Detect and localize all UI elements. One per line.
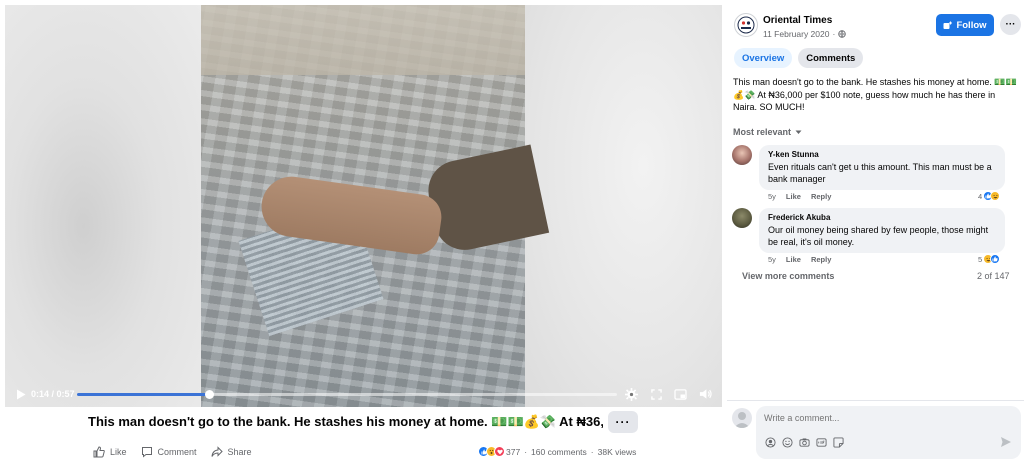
user-silhouette-icon: [734, 412, 750, 428]
comment-reply-button[interactable]: Reply: [811, 255, 831, 264]
comment-sort-label: Most relevant: [733, 127, 792, 137]
sticker-icon[interactable]: [832, 436, 844, 448]
comments-shown-count: 2 of 147: [977, 271, 1010, 281]
page-avatar[interactable]: [734, 13, 758, 37]
comment-like-button[interactable]: Like: [786, 192, 801, 201]
emoji-icon[interactable]: [781, 436, 793, 448]
video-actions: Like Comment Share: [93, 446, 266, 458]
comment-icon: [141, 447, 152, 458]
send-icon: [1001, 437, 1011, 447]
love-reaction-icon: [494, 446, 505, 457]
video-controls: 0:14 / 0:57: [5, 381, 722, 407]
comment-author[interactable]: Frederick Akuba: [768, 213, 996, 222]
haha-reaction-icon: [990, 191, 1001, 201]
comment-reaction-count: 4: [978, 191, 983, 201]
scrubber-handle[interactable]: [205, 390, 215, 399]
comment-count[interactable]: 160 comments: [531, 447, 587, 457]
comment-button[interactable]: Comment: [141, 446, 197, 458]
play-icon[interactable]: [13, 386, 29, 402]
comment-bubble: Frederick Akuba Our oil money being shar…: [759, 208, 1005, 253]
post-date-separator: ·: [832, 29, 836, 39]
view-count: 38K views: [597, 446, 637, 457]
follow-icon: [943, 21, 953, 29]
tab-overview[interactable]: Overview: [734, 48, 793, 68]
duration: 0:57: [56, 389, 75, 399]
comment-reaction-count: 5: [978, 254, 983, 264]
video-scrubber[interactable]: [77, 390, 617, 399]
video-time: 0:14 / 0:57: [31, 389, 75, 399]
current-time: 0:14: [31, 389, 50, 399]
post-sidebar: Oriental Times 11 February 2020 · Follow…: [727, 0, 1024, 467]
post-date-text[interactable]: 11 February 2020: [763, 29, 829, 39]
video-blur-left: [5, 5, 201, 407]
video-title: This man doesn't go to the bank. He stas…: [88, 414, 603, 429]
thumbs-up-icon: [93, 446, 105, 458]
camera-icon[interactable]: [798, 436, 810, 448]
avatar-sticker-icon[interactable]: [764, 436, 776, 448]
fullscreen-icon[interactable]: [648, 386, 664, 402]
video-wall: [201, 5, 525, 75]
comment-input[interactable]: [764, 413, 964, 423]
share-button[interactable]: Share: [211, 446, 252, 458]
comment-text: Our oil money being shared by few people…: [768, 225, 989, 247]
comment-reply-button[interactable]: Reply: [811, 192, 831, 201]
comment-sort-dropdown[interactable]: Most relevant: [733, 127, 802, 137]
stats-separator: ·: [590, 446, 594, 457]
gear-icon[interactable]: [623, 386, 639, 402]
follow-label: Follow: [956, 19, 987, 31]
post-more-button[interactable]: ···: [1000, 14, 1021, 35]
share-icon: [211, 446, 223, 457]
comment-reactions[interactable]: 4: [978, 191, 1001, 201]
video-blur-right: [525, 5, 722, 407]
like-reaction-icon: [990, 254, 1001, 264]
sidebar-tabs: Overview Comments: [734, 48, 869, 68]
reaction-icons[interactable]: [478, 446, 505, 457]
comment-reactions[interactable]: 5: [978, 254, 1001, 264]
page-logo-icon: [737, 16, 755, 34]
commenter-avatar[interactable]: [732, 208, 752, 228]
comment-composer: [756, 406, 1021, 459]
view-more-comments[interactable]: View more comments: [742, 271, 834, 281]
video-stats: 377 · 160 comments · 38K views: [478, 446, 636, 457]
post-caption: This man doesn't go to the bank. He stas…: [733, 77, 1017, 112]
video-frame: [201, 5, 550, 407]
gif-icon[interactable]: [815, 436, 827, 448]
page-name[interactable]: Oriental Times: [763, 15, 832, 26]
current-user-avatar[interactable]: [732, 408, 752, 428]
reaction-count[interactable]: 377: [506, 447, 520, 457]
comment-label: Comment: [157, 447, 197, 457]
like-button[interactable]: Like: [93, 446, 127, 458]
comment-bubble: Y-ken Stunna Even rituals can't get u th…: [759, 145, 1005, 190]
like-label: Like: [110, 447, 127, 457]
comment-like-button[interactable]: Like: [786, 255, 801, 264]
composer-tools: [764, 436, 849, 448]
title-more-button[interactable]: ···: [608, 411, 638, 433]
share-label: Share: [227, 447, 252, 457]
tab-comments[interactable]: Comments: [798, 48, 864, 68]
scrubber-progress: [77, 393, 210, 396]
post-date: 11 February 2020 ·: [763, 29, 847, 39]
stats-separator: ·: [524, 446, 528, 457]
send-comment-button[interactable]: [1000, 435, 1012, 453]
commenter-avatar[interactable]: [732, 145, 752, 165]
picture-in-picture-icon[interactable]: [672, 386, 688, 402]
comment-text: Even rituals can't get u this amount. Th…: [768, 162, 992, 184]
chevron-down-icon: [795, 130, 802, 134]
comment-meta: 5y Like Reply: [768, 192, 841, 201]
composer-divider: [727, 400, 1024, 401]
comment-age[interactable]: 5y: [768, 192, 776, 201]
comment-meta: 5y Like Reply: [768, 255, 841, 264]
comment-age[interactable]: 5y: [768, 255, 776, 264]
comment-author[interactable]: Y-ken Stunna: [768, 150, 996, 159]
globe-icon: [838, 30, 847, 38]
volume-icon[interactable]: [697, 386, 713, 402]
video-player[interactable]: 0:14 / 0:57: [5, 5, 722, 407]
follow-button[interactable]: Follow: [936, 14, 994, 36]
